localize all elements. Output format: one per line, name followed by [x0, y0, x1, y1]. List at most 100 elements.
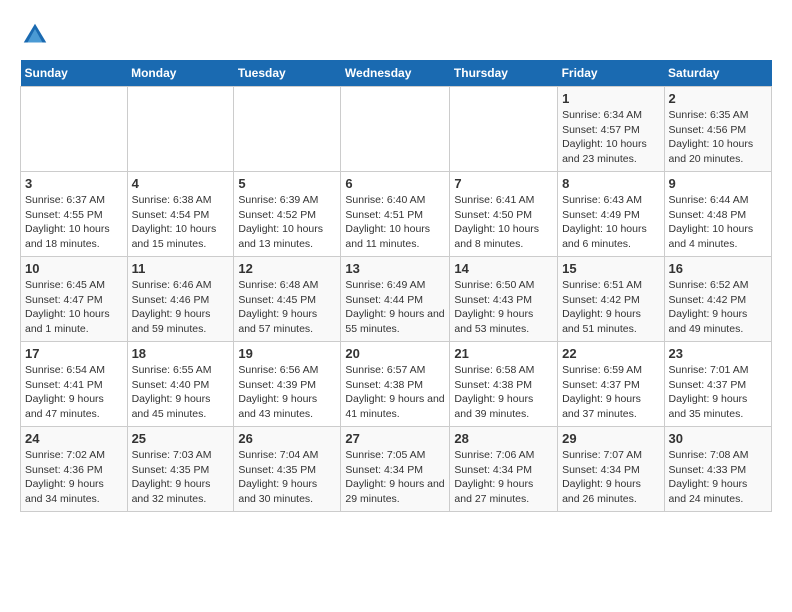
weekday-header-row: SundayMondayTuesdayWednesdayThursdayFrid… [21, 60, 772, 87]
day-info: Sunrise: 6:40 AM Sunset: 4:51 PM Dayligh… [345, 193, 445, 252]
calendar-cell: 15 Sunrise: 6:51 AM Sunset: 4:42 PM Dayli… [558, 257, 664, 342]
calendar-cell [21, 87, 128, 172]
day-number: 27 [345, 431, 445, 446]
day-info: Sunrise: 6:52 AM Sunset: 4:42 PM Dayligh… [669, 278, 767, 337]
day-number: 8 [562, 176, 659, 191]
day-info: Sunrise: 6:37 AM Sunset: 4:55 PM Dayligh… [25, 193, 123, 252]
calendar-cell: 17Sunrise: 6:54 AM Sunset: 4:41 PM Dayli… [21, 342, 128, 427]
day-number: 30 [669, 431, 767, 446]
calendar-week-row: 17Sunrise: 6:54 AM Sunset: 4:41 PM Dayli… [21, 342, 772, 427]
calendar-cell: 27 Sunrise: 7:05 AM Sunset: 4:34 PM Dayli… [341, 427, 450, 512]
day-info: Sunrise: 6:49 AM Sunset: 4:44 PM Dayligh… [345, 278, 445, 337]
calendar-table: SundayMondayTuesdayWednesdayThursdayFrid… [20, 60, 772, 512]
day-info: Sunrise: 6:51 AM Sunset: 4:42 PM Dayligh… [562, 278, 659, 337]
day-info: Sunrise: 6:48 AM Sunset: 4:45 PM Dayligh… [238, 278, 336, 337]
day-info: Sunrise: 7:03 AM Sunset: 4:35 PM Dayligh… [132, 448, 230, 507]
day-info: Sunrise: 6:50 AM Sunset: 4:43 PM Dayligh… [454, 278, 553, 337]
day-number: 5 [238, 176, 336, 191]
day-info: Sunrise: 6:56 AM Sunset: 4:39 PM Dayligh… [238, 363, 336, 422]
calendar-week-row: 24 Sunrise: 7:02 AM Sunset: 4:36 PM Dayli… [21, 427, 772, 512]
day-info: Sunrise: 6:46 AM Sunset: 4:46 PM Dayligh… [132, 278, 230, 337]
calendar-cell [234, 87, 341, 172]
day-info: Sunrise: 7:08 AM Sunset: 4:33 PM Dayligh… [669, 448, 767, 507]
calendar-cell: 1 Sunrise: 6:34 AM Sunset: 4:57 PM Daylig… [558, 87, 664, 172]
calendar-cell: 23Sunrise: 7:01 AM Sunset: 4:37 PM Dayli… [664, 342, 771, 427]
calendar-cell: 25 Sunrise: 7:03 AM Sunset: 4:35 PM Dayli… [127, 427, 234, 512]
day-number: 7 [454, 176, 553, 191]
calendar-cell [450, 87, 558, 172]
calendar-cell [127, 87, 234, 172]
day-info: Sunrise: 7:05 AM Sunset: 4:34 PM Dayligh… [345, 448, 445, 507]
day-number: 13 [345, 261, 445, 276]
calendar-cell: 18Sunrise: 6:55 AM Sunset: 4:40 PM Dayli… [127, 342, 234, 427]
calendar-cell: 19Sunrise: 6:56 AM Sunset: 4:39 PM Dayli… [234, 342, 341, 427]
calendar-cell: 3 Sunrise: 6:37 AM Sunset: 4:55 PM Daylig… [21, 172, 128, 257]
day-number: 10 [25, 261, 123, 276]
calendar-cell: 4Sunrise: 6:38 AM Sunset: 4:54 PM Daylig… [127, 172, 234, 257]
calendar-cell: 10Sunrise: 6:45 AM Sunset: 4:47 PM Dayli… [21, 257, 128, 342]
day-info: Sunrise: 6:34 AM Sunset: 4:57 PM Dayligh… [562, 108, 659, 167]
day-number: 11 [132, 261, 230, 276]
calendar-cell: 14 Sunrise: 6:50 AM Sunset: 4:43 PM Dayli… [450, 257, 558, 342]
day-number: 1 [562, 91, 659, 106]
day-number: 29 [562, 431, 659, 446]
calendar-cell: 26 Sunrise: 7:04 AM Sunset: 4:35 PM Dayli… [234, 427, 341, 512]
day-info: Sunrise: 6:39 AM Sunset: 4:52 PM Dayligh… [238, 193, 336, 252]
calendar-cell: 20 Sunrise: 6:57 AM Sunset: 4:38 PM Dayli… [341, 342, 450, 427]
day-number: 9 [669, 176, 767, 191]
calendar-week-row: 10Sunrise: 6:45 AM Sunset: 4:47 PM Dayli… [21, 257, 772, 342]
day-info: Sunrise: 6:59 AM Sunset: 4:37 PM Dayligh… [562, 363, 659, 422]
calendar-cell: 21 Sunrise: 6:58 AM Sunset: 4:38 PM Dayli… [450, 342, 558, 427]
calendar-cell: 29 Sunrise: 7:07 AM Sunset: 4:34 PM Dayli… [558, 427, 664, 512]
day-number: 16 [669, 261, 767, 276]
weekday-header: Friday [558, 60, 664, 87]
day-number: 24 [25, 431, 123, 446]
day-number: 3 [25, 176, 123, 191]
day-info: Sunrise: 6:57 AM Sunset: 4:38 PM Dayligh… [345, 363, 445, 422]
day-number: 26 [238, 431, 336, 446]
day-info: Sunrise: 7:02 AM Sunset: 4:36 PM Dayligh… [25, 448, 123, 507]
day-info: Sunrise: 7:06 AM Sunset: 4:34 PM Dayligh… [454, 448, 553, 507]
calendar-cell: 16 Sunrise: 6:52 AM Sunset: 4:42 PM Dayli… [664, 257, 771, 342]
weekday-header: Thursday [450, 60, 558, 87]
day-info: Sunrise: 6:58 AM Sunset: 4:38 PM Dayligh… [454, 363, 553, 422]
calendar-cell: 9 Sunrise: 6:44 AM Sunset: 4:48 PM Daylig… [664, 172, 771, 257]
weekday-header: Sunday [21, 60, 128, 87]
day-info: Sunrise: 6:44 AM Sunset: 4:48 PM Dayligh… [669, 193, 767, 252]
day-number: 2 [669, 91, 767, 106]
calendar-cell: 2Sunrise: 6:35 AM Sunset: 4:56 PM Daylig… [664, 87, 771, 172]
day-number: 15 [562, 261, 659, 276]
calendar-cell: 6 Sunrise: 6:40 AM Sunset: 4:51 PM Daylig… [341, 172, 450, 257]
weekday-header: Wednesday [341, 60, 450, 87]
calendar-cell: 24 Sunrise: 7:02 AM Sunset: 4:36 PM Dayli… [21, 427, 128, 512]
day-info: Sunrise: 6:38 AM Sunset: 4:54 PM Dayligh… [132, 193, 230, 252]
day-number: 23 [669, 346, 767, 361]
calendar-week-row: 1 Sunrise: 6:34 AM Sunset: 4:57 PM Daylig… [21, 87, 772, 172]
page-header [20, 20, 772, 50]
calendar-cell: 8 Sunrise: 6:43 AM Sunset: 4:49 PM Daylig… [558, 172, 664, 257]
day-info: Sunrise: 6:55 AM Sunset: 4:40 PM Dayligh… [132, 363, 230, 422]
calendar-cell: 22Sunrise: 6:59 AM Sunset: 4:37 PM Dayli… [558, 342, 664, 427]
logo [20, 20, 54, 50]
day-number: 21 [454, 346, 553, 361]
day-info: Sunrise: 7:04 AM Sunset: 4:35 PM Dayligh… [238, 448, 336, 507]
calendar-week-row: 3 Sunrise: 6:37 AM Sunset: 4:55 PM Daylig… [21, 172, 772, 257]
calendar-cell: 12 Sunrise: 6:48 AM Sunset: 4:45 PM Dayli… [234, 257, 341, 342]
calendar-cell: 11 Sunrise: 6:46 AM Sunset: 4:46 PM Dayli… [127, 257, 234, 342]
calendar-cell: 5 Sunrise: 6:39 AM Sunset: 4:52 PM Daylig… [234, 172, 341, 257]
day-number: 12 [238, 261, 336, 276]
weekday-header: Tuesday [234, 60, 341, 87]
day-number: 20 [345, 346, 445, 361]
day-number: 25 [132, 431, 230, 446]
day-number: 14 [454, 261, 553, 276]
calendar-cell [341, 87, 450, 172]
day-number: 6 [345, 176, 445, 191]
day-number: 28 [454, 431, 553, 446]
calendar-cell: 13 Sunrise: 6:49 AM Sunset: 4:44 PM Dayli… [341, 257, 450, 342]
logo-icon [20, 20, 50, 50]
calendar-cell: 28 Sunrise: 7:06 AM Sunset: 4:34 PM Dayli… [450, 427, 558, 512]
day-number: 17 [25, 346, 123, 361]
day-info: Sunrise: 7:07 AM Sunset: 4:34 PM Dayligh… [562, 448, 659, 507]
day-info: Sunrise: 6:43 AM Sunset: 4:49 PM Dayligh… [562, 193, 659, 252]
calendar-cell: 7Sunrise: 6:41 AM Sunset: 4:50 PM Daylig… [450, 172, 558, 257]
